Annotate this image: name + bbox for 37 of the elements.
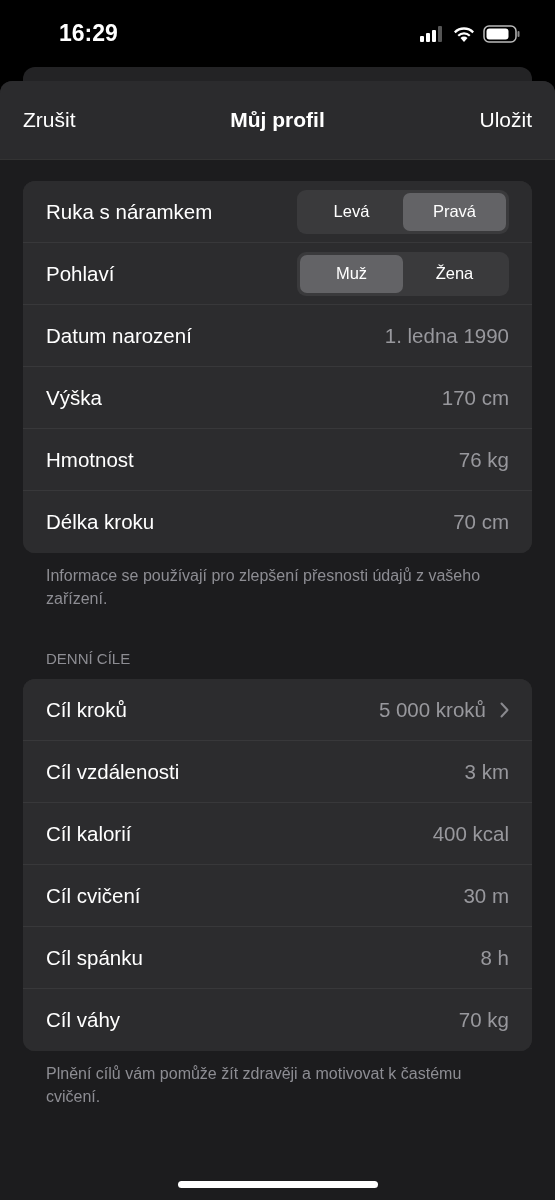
row-value: 70 cm xyxy=(453,510,509,534)
section-header: DENNÍ CÍLE xyxy=(45,650,132,669)
row-value: 70 kg xyxy=(458,1008,509,1032)
segment-option[interactable]: Levá xyxy=(300,192,403,231)
chevron-icon[interactable] xyxy=(500,701,509,718)
status-time: 16:29 xyxy=(59,20,118,47)
row-label: Cíl cvičení xyxy=(46,883,141,908)
row-label: Výška xyxy=(46,385,102,410)
row-value: 400 kcal xyxy=(432,821,509,846)
row-label: Délka kroku xyxy=(46,510,155,534)
row-value: 3 km xyxy=(464,759,509,784)
sheet-title: Můj profil xyxy=(230,108,325,132)
row-value: 1. ledna 1990 xyxy=(384,323,509,348)
segment-option[interactable]: Pravá xyxy=(403,192,506,231)
segment-option[interactable]: Žena xyxy=(403,254,506,293)
row-label: Cíl kroků xyxy=(46,697,127,722)
section-footer: Plnění cílů vám pomůže žít zdravěji a motivovat k častému cvičení. xyxy=(23,1051,532,1108)
row-label: Hmotnost xyxy=(46,447,134,472)
save-button[interactable]: Uložit xyxy=(479,108,532,132)
row-label: Cíl kalorií xyxy=(46,821,132,846)
segment-option[interactable]: Muž xyxy=(300,254,403,293)
row-label: Ruka s náramkem xyxy=(46,199,213,224)
row-value: 8 h xyxy=(480,945,509,970)
row-value: 5 000 kroků xyxy=(378,697,486,722)
row-label: Cíl váhy xyxy=(46,1008,121,1032)
row-value: 76 kg xyxy=(458,447,509,472)
section-footer: Informace se používají pro zlepšení přesnosti údajů z vašeho zařízení. xyxy=(23,553,532,610)
row-label: Pohlaví xyxy=(46,261,115,286)
row-label: Cíl spánku xyxy=(46,945,143,970)
cancel-button[interactable]: Zrušit xyxy=(23,108,76,132)
signal-icon xyxy=(420,25,445,42)
row-label: Datum narození xyxy=(46,323,192,348)
row-value: 30 m xyxy=(463,883,509,908)
wifi-icon xyxy=(453,25,475,42)
battery-icon xyxy=(483,24,521,43)
row-value: 170 cm xyxy=(441,385,509,410)
row-label: Cíl vzdálenosti xyxy=(46,759,180,784)
